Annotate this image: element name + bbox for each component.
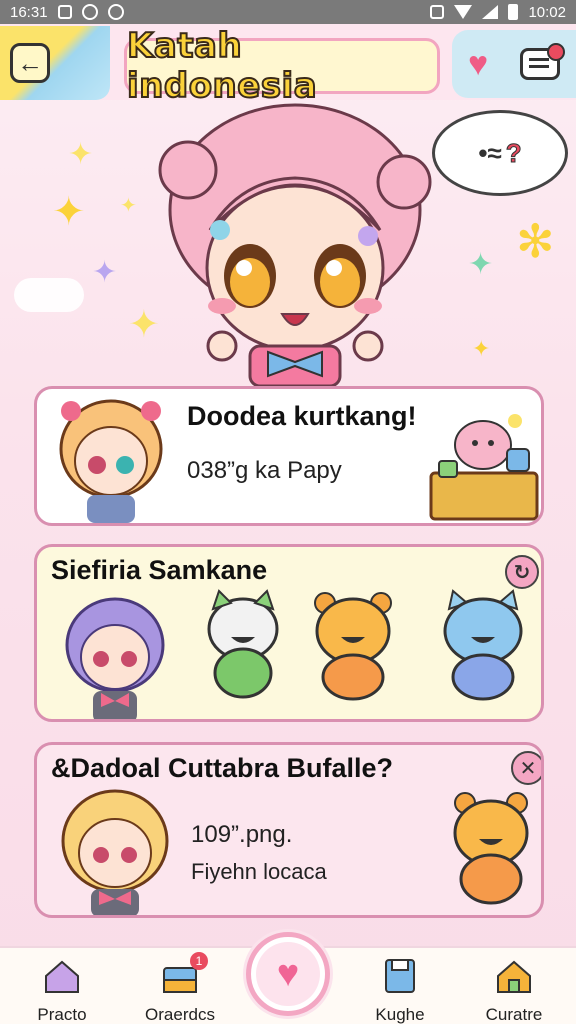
wifi-icon [454, 5, 473, 19]
refresh-icon[interactable]: ↻ [505, 555, 539, 589]
shield-icon [81, 4, 98, 20]
notification-icon [57, 5, 72, 19]
blonde-girl-avatar-2 [61, 789, 169, 915]
status-bar: 16:31 10:02 [0, 0, 576, 24]
star-icon: ✦ [68, 138, 94, 171]
star-icon: ✦ [52, 190, 86, 234]
house-icon [45, 960, 79, 993]
purple-hair-girl-avatar [65, 597, 165, 719]
settings-icon [107, 4, 124, 20]
speech-question-mark: ? [505, 137, 522, 168]
orange-bear-mascot [314, 592, 392, 701]
nav-item-kughe[interactable]: Kughe [352, 948, 448, 1024]
notification-badge: 1 [190, 952, 208, 970]
header-actions: ♥ [452, 30, 576, 98]
nav-item-practo[interactable]: Practo [14, 948, 110, 1024]
nav-label: Practo [37, 1005, 87, 1024]
page-title: Katah indonesia [126, 25, 318, 107]
swirl-icon: ✻ [516, 215, 555, 267]
home-icon [497, 960, 531, 993]
treasure-chest-illustration [429, 414, 539, 521]
nav-item-oraerdcs[interactable]: 1 Oraerdcs [132, 948, 228, 1024]
back-button[interactable]: ← [0, 26, 110, 100]
status-time-left: 16:31 [10, 3, 48, 21]
star-icon: ✦ [468, 248, 494, 281]
hero-character-illustration [158, 103, 432, 386]
blonde-girl-avatar [59, 399, 163, 523]
messages-icon[interactable] [520, 43, 566, 80]
favorite-heart-icon[interactable]: ♥ [468, 47, 488, 81]
nav-label: Oraerdcs [145, 1005, 215, 1024]
card-1-title: Doodea kurtkang! [187, 401, 417, 431]
hero-section: ✦ ✦ ✦ ✦ ✦ ✦ ✦ ✻ •≈ ? [0, 100, 576, 386]
nav-label: Kughe [375, 1005, 425, 1024]
orange-bear-mascot-2 [453, 792, 529, 905]
card-3-location: Fiyehn locaca [191, 859, 327, 884]
vibrate-icon [430, 5, 445, 19]
card-2-title: Siefiria Samkane [51, 555, 268, 585]
feature-card-2[interactable]: Siefiria Samkane ↻ [34, 544, 544, 722]
card-3-title: &Dadoal Cuttabra Bufalle? [51, 753, 394, 783]
save-disk-icon [385, 959, 415, 993]
green-cat-mascot [207, 589, 279, 699]
close-icon[interactable]: ✕ [511, 751, 541, 785]
speech-bubble: •≈ ? [432, 110, 568, 196]
star-icon: ✦ [120, 195, 137, 217]
star-icon: ✦ [92, 256, 118, 289]
nav-label: Curatre [485, 1005, 543, 1024]
status-time-right: 10:02 [528, 3, 566, 21]
battery-icon [508, 4, 519, 20]
page-title-banner: Katah indonesia [124, 25, 440, 107]
star-icon: ✦ [472, 336, 491, 361]
signal-icon [482, 5, 499, 19]
cloud-decoration [14, 278, 84, 312]
favorite-fab-button[interactable]: ♥ [246, 932, 330, 1016]
blue-cat-mascot [443, 589, 523, 701]
card-1-subtitle: 038”g ka Papy [187, 457, 342, 484]
back-arrow-icon: ← [10, 43, 50, 83]
app-header: ← Katah indonesia ♥ [0, 24, 576, 107]
feature-card-3[interactable]: &Dadoal Cuttabra Bufalle? ✕ 109”.png. Fi… [34, 742, 544, 918]
nav-item-curatre[interactable]: Curatre [466, 948, 562, 1024]
heart-icon: ♥ [256, 942, 320, 1006]
feature-card-1[interactable]: Doodea kurtkang! 038”g ka Papy [34, 386, 544, 526]
card-3-filename: 109”.png. [191, 821, 293, 848]
